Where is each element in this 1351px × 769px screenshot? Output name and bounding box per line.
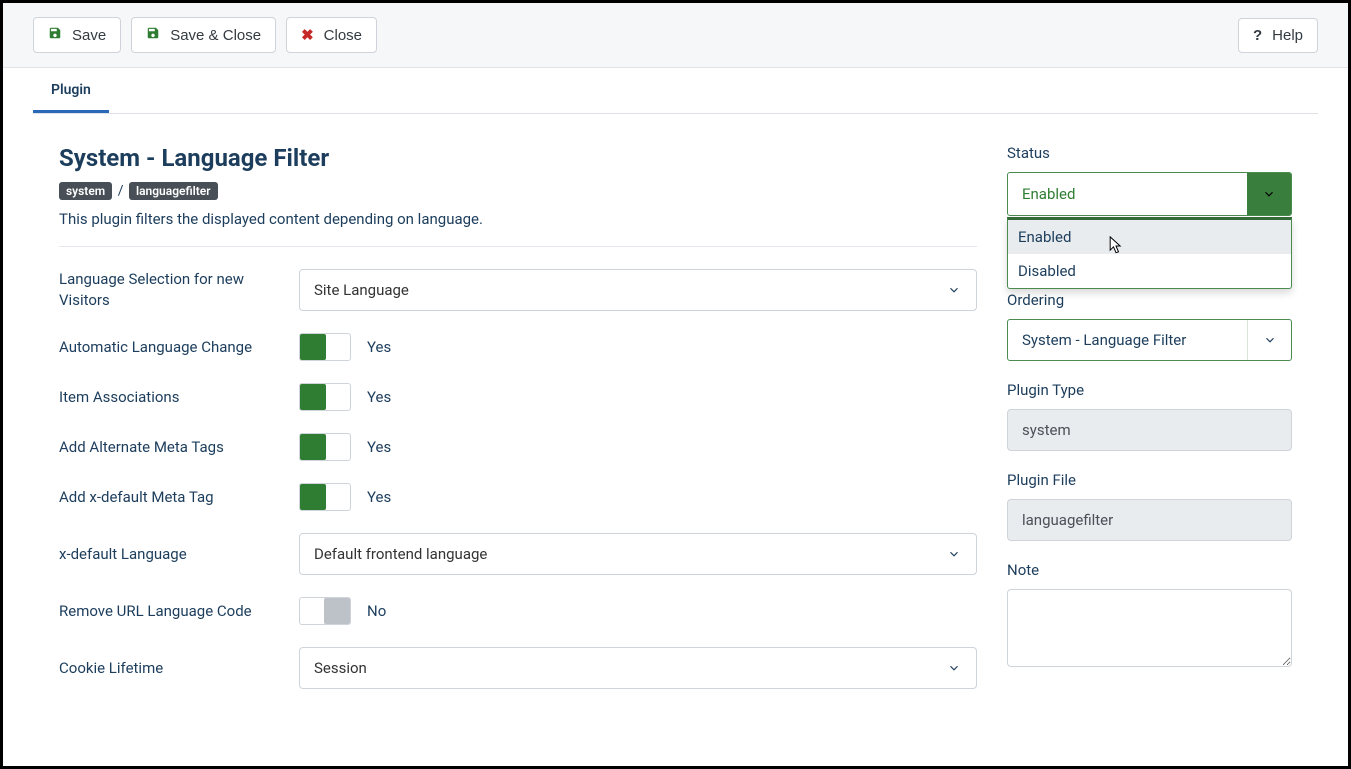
note-textarea[interactable] [1007, 589, 1292, 667]
xdefault-meta-toggle[interactable] [299, 483, 351, 511]
chevron-down-icon [930, 270, 976, 310]
toolbar: Save Save & Close ✖ Close ? Help [3, 3, 1348, 68]
save-icon [146, 26, 160, 44]
auto-lang-change-label: Automatic Language Change [59, 337, 279, 358]
plugin-description: This plugin filters the displayed conten… [59, 210, 977, 247]
close-icon: ✖ [301, 26, 314, 44]
alt-meta-label: Add Alternate Meta Tags [59, 437, 279, 458]
plugin-badges: system / languagefilter [59, 182, 977, 200]
tab-plugin[interactable]: Plugin [33, 68, 109, 113]
xdefault-meta-label: Add x-default Meta Tag [59, 487, 279, 508]
language-selection-select[interactable]: Site Language [299, 269, 977, 311]
remove-url-toggle[interactable] [299, 597, 351, 625]
help-button[interactable]: ? Help [1238, 18, 1318, 53]
save-button[interactable]: Save [33, 17, 121, 53]
language-selection-label: Language Selection for new Visitors [59, 269, 279, 311]
cookie-lifetime-select[interactable]: Session [299, 647, 977, 689]
save-icon [48, 26, 62, 44]
help-icon: ? [1253, 27, 1262, 44]
plugin-file-label: Plugin File [1007, 471, 1292, 489]
ordering-value: System - Language Filter [1008, 320, 1247, 360]
xdefault-meta-value: Yes [367, 488, 391, 506]
badge-separator: / [118, 183, 124, 199]
save-label: Save [72, 27, 106, 44]
note-label: Note [1007, 561, 1292, 579]
xdefault-lang-label: x-default Language [59, 544, 279, 565]
item-associations-label: Item Associations [59, 387, 279, 408]
remove-url-label: Remove URL Language Code [59, 601, 279, 622]
page-title: System - Language Filter [59, 144, 977, 172]
save-close-label: Save & Close [170, 27, 261, 44]
chevron-down-icon [930, 648, 976, 688]
xdefault-lang-value: Default frontend language [314, 545, 487, 563]
tab-bar: Plugin [33, 68, 1318, 114]
plugin-type-input: system [1007, 409, 1292, 451]
close-button[interactable]: ✖ Close [286, 17, 377, 53]
status-label: Status [1007, 144, 1292, 162]
close-label: Close [324, 27, 362, 44]
auto-lang-change-toggle[interactable] [299, 333, 351, 361]
item-associations-toggle[interactable] [299, 383, 351, 411]
alt-meta-value: Yes [367, 438, 391, 456]
plugin-file-input: languagefilter [1007, 499, 1292, 541]
remove-url-value: No [367, 602, 386, 620]
status-option-disabled[interactable]: Disabled [1008, 254, 1291, 288]
save-close-button[interactable]: Save & Close [131, 17, 276, 53]
plugin-type-badge: system [59, 182, 112, 200]
status-select[interactable]: Enabled [1007, 172, 1292, 216]
chevron-down-icon [930, 534, 976, 574]
status-value: Enabled [1008, 173, 1247, 215]
help-label: Help [1272, 27, 1303, 44]
chevron-down-icon [1247, 320, 1291, 360]
xdefault-lang-select[interactable]: Default frontend language [299, 533, 977, 575]
language-selection-value: Site Language [314, 281, 409, 299]
item-associations-value: Yes [367, 388, 391, 406]
ordering-label: Ordering [1007, 291, 1292, 309]
ordering-select[interactable]: System - Language Filter [1007, 319, 1292, 361]
status-dropdown: Enabled Disabled [1007, 217, 1292, 289]
plugin-file-badge: languagefilter [129, 182, 218, 200]
status-option-enabled[interactable]: Enabled [1008, 220, 1291, 254]
chevron-down-icon [1247, 173, 1291, 215]
alt-meta-toggle[interactable] [299, 433, 351, 461]
cookie-lifetime-value: Session [314, 659, 367, 677]
auto-lang-change-value: Yes [367, 338, 391, 356]
plugin-type-label: Plugin Type [1007, 381, 1292, 399]
cookie-lifetime-label: Cookie Lifetime [59, 658, 279, 679]
